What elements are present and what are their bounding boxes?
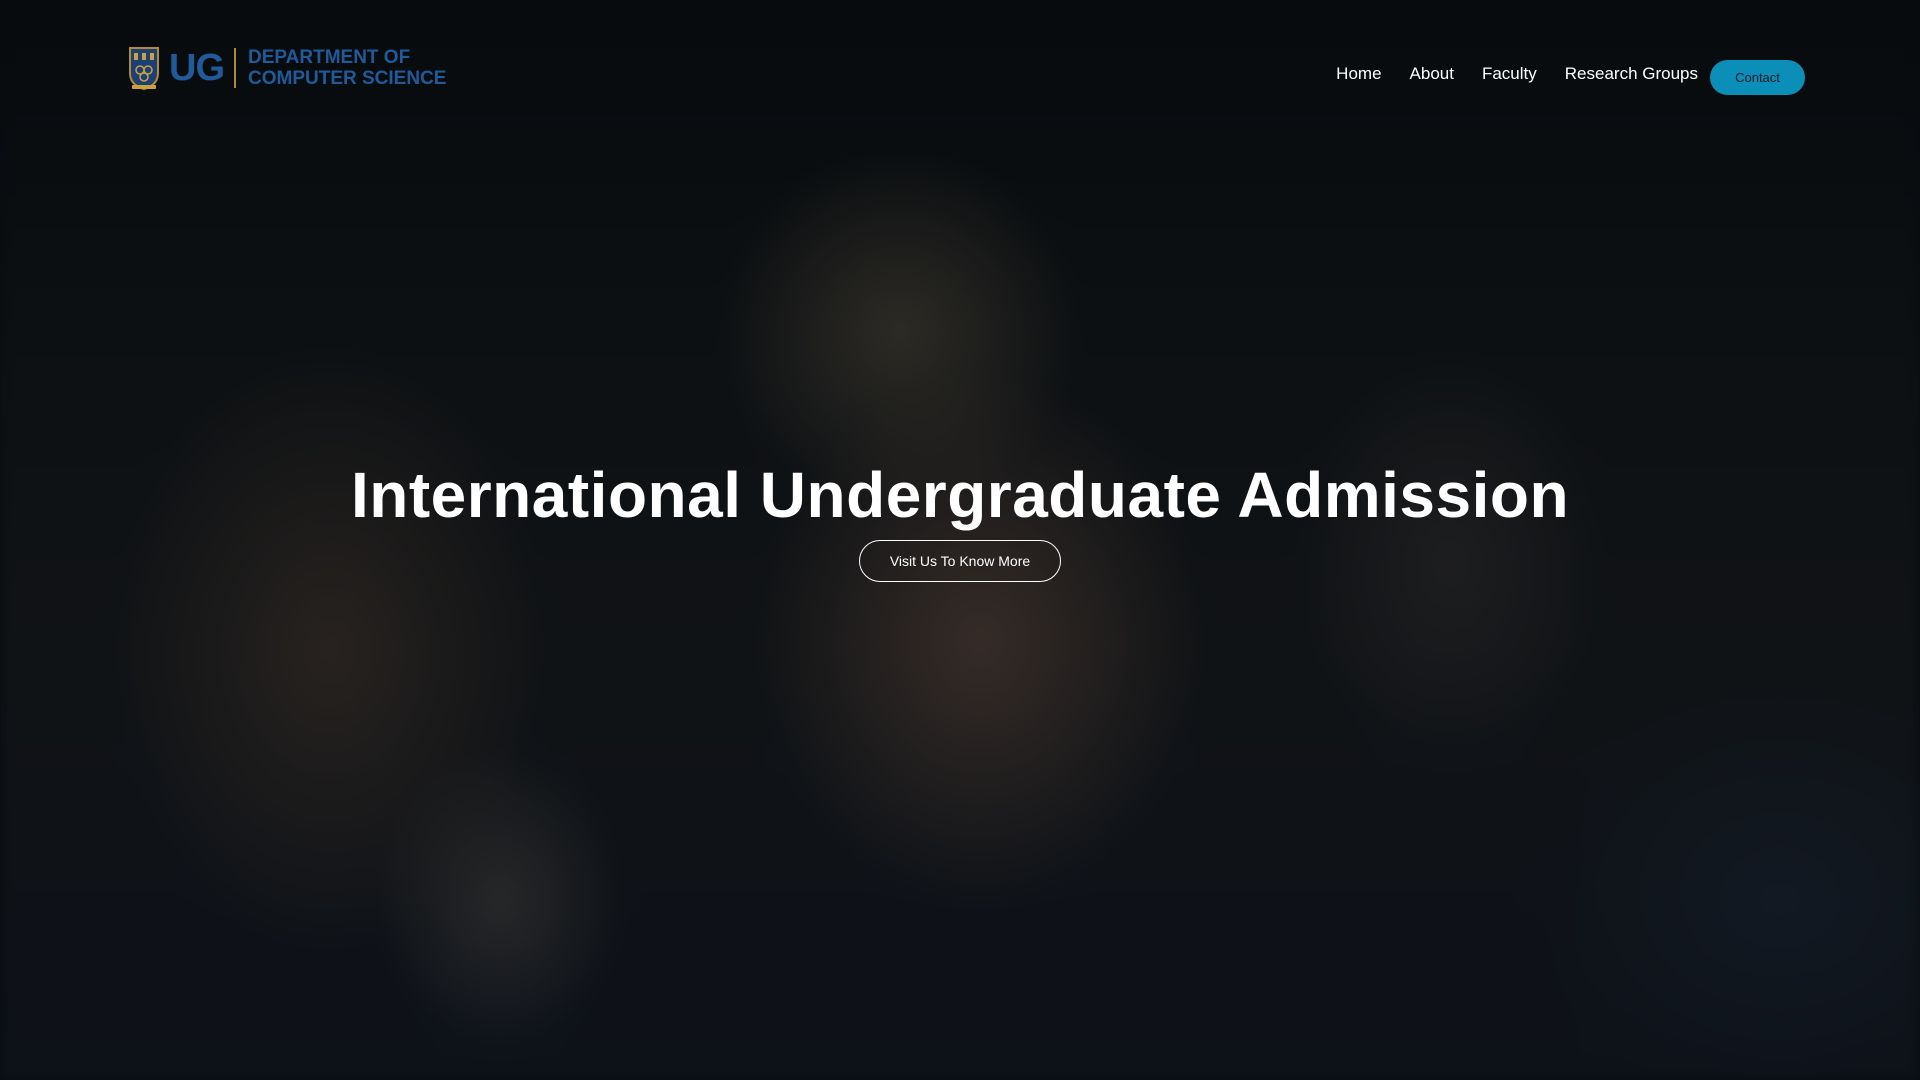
hero-section: International Undergraduate Admission Vi…	[0, 458, 1920, 582]
site-header: UG DEPARTMENT OF COMPUTER SCIENCE Home A…	[0, 0, 1920, 140]
site-logo[interactable]: UG DEPARTMENT OF COMPUTER SCIENCE	[127, 44, 446, 92]
nav-link-faculty[interactable]: Faculty	[1482, 63, 1537, 85]
nav-link-research-groups[interactable]: Research Groups	[1565, 63, 1698, 85]
logo-line-2: COMPUTER SCIENCE	[248, 68, 447, 89]
logo-department-name: DEPARTMENT OF COMPUTER SCIENCE	[248, 47, 446, 89]
logo-abbreviation: UG	[169, 47, 225, 89]
visit-us-button[interactable]: Visit Us To Know More	[859, 540, 1061, 582]
main-navigation: Home About Faculty Research Groups Conta…	[1336, 52, 1805, 95]
university-crest-icon	[129, 47, 159, 91]
logo-divider	[234, 48, 236, 88]
page: UG DEPARTMENT OF COMPUTER SCIENCE Home A…	[0, 0, 1920, 1080]
hero-title: International Undergraduate Admission	[350, 459, 1570, 531]
logo-line-1: DEPARTMENT OF	[248, 47, 411, 68]
contact-button[interactable]: Contact	[1710, 60, 1805, 95]
nav-link-about[interactable]: About	[1410, 63, 1454, 85]
nav-link-home[interactable]: Home	[1336, 63, 1381, 85]
